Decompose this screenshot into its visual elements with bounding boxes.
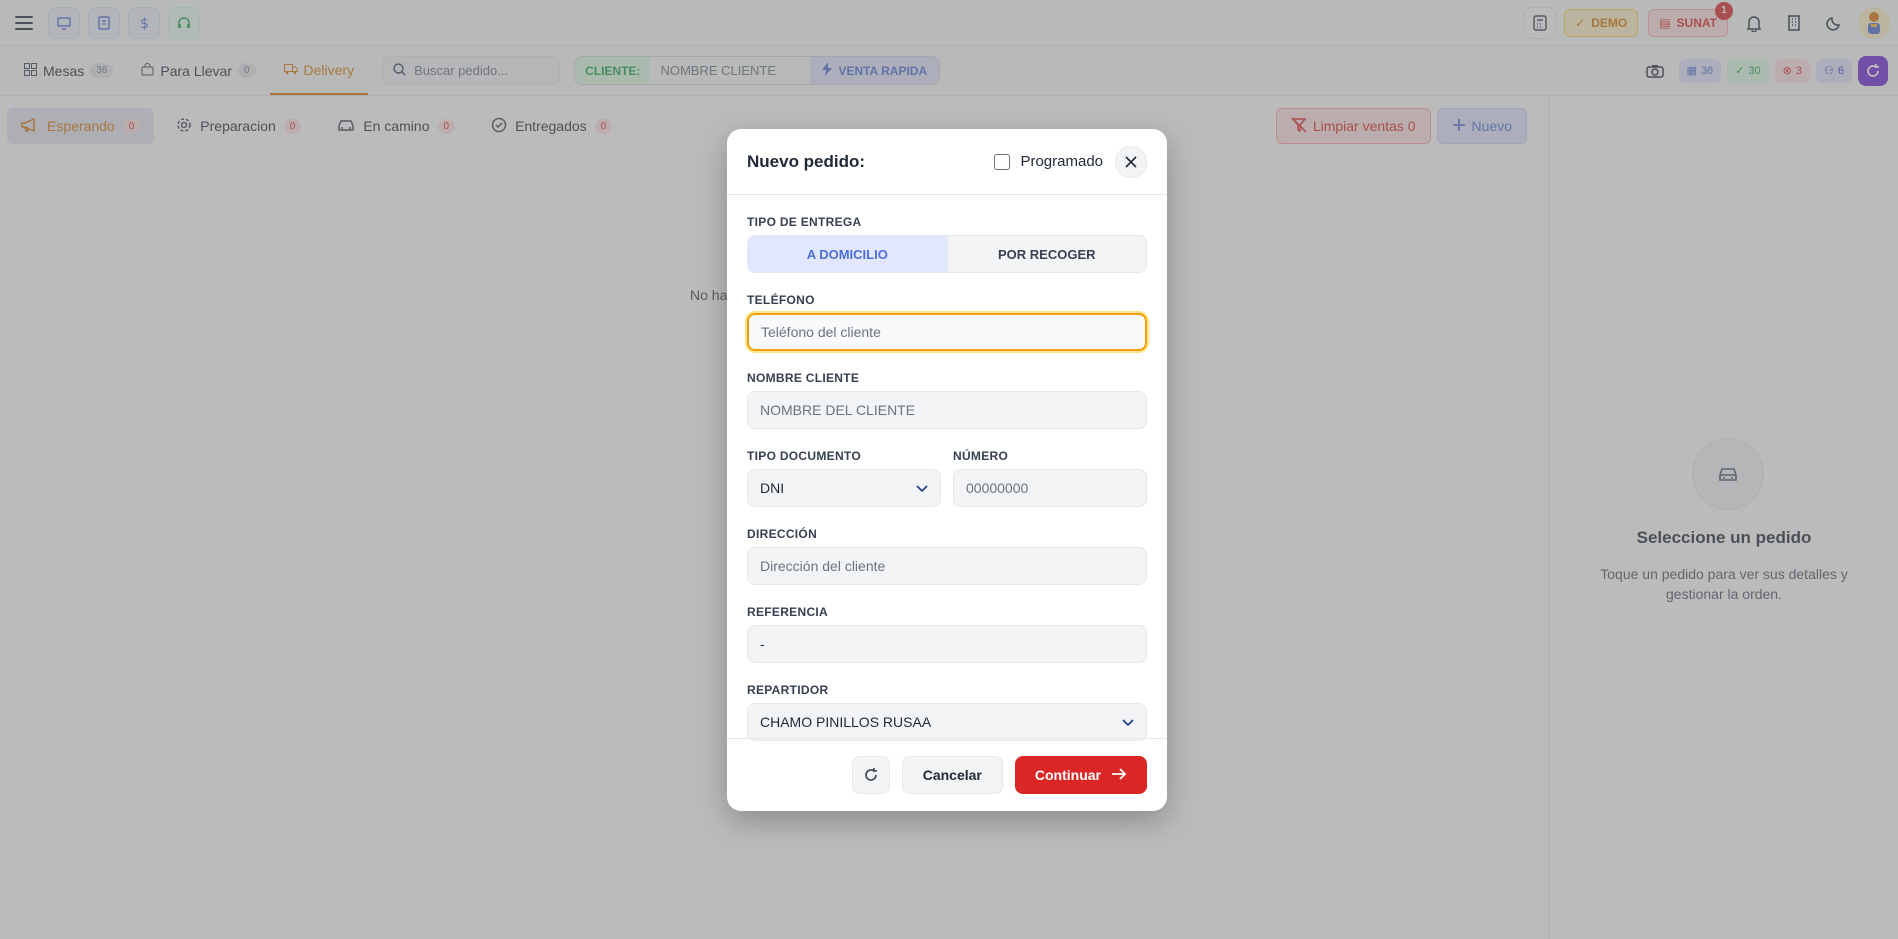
referencia-input[interactable] (760, 636, 1134, 652)
referencia-field-wrapper (747, 625, 1147, 663)
nombre-label: NOMBRE CLIENTE (747, 371, 860, 385)
tipo-documento-label: TIPO DOCUMENTO (747, 449, 861, 463)
option-a-domicilio[interactable]: A DOMICILIO (748, 236, 948, 272)
modal-title: Nuevo pedido: (747, 151, 866, 171)
modal-body: TIPO DE ENTREGA A DOMICILIO POR RECOGER … (727, 195, 1167, 741)
numero-label: NÚMERO (953, 449, 1009, 463)
direccion-input[interactable] (760, 558, 1134, 574)
refresh-icon (864, 768, 877, 781)
chevron-down-icon (1122, 714, 1134, 730)
continue-button[interactable]: Continuar (1014, 756, 1147, 794)
numero-input[interactable] (966, 480, 1134, 496)
programado-toggle[interactable]: Programado (994, 153, 1103, 170)
telefono-label: TELÉFONO (747, 293, 815, 307)
programado-checkbox[interactable] (994, 153, 1011, 170)
telefono-input[interactable] (761, 324, 1133, 340)
chevron-down-icon (916, 480, 928, 496)
modal-header: Nuevo pedido: Programado (727, 129, 1167, 195)
nombre-input[interactable] (760, 402, 1134, 418)
numero-field-wrapper (953, 469, 1147, 507)
direccion-label: DIRECCIÓN (747, 527, 818, 541)
direccion-field-wrapper (747, 547, 1147, 585)
modal-footer: Cancelar Continuar (727, 738, 1167, 811)
tipo-entrega-label: TIPO DE ENTREGA (747, 215, 862, 229)
referencia-label: REFERENCIA (747, 605, 829, 619)
documento-row: TIPO DOCUMENTO DNI NÚMERO (747, 449, 1147, 527)
close-icon (1125, 155, 1137, 168)
nuevo-pedido-modal: Nuevo pedido: Programado TIPO DE ENTREGA… (727, 129, 1167, 811)
arrow-right-icon (1111, 767, 1127, 783)
option-por-recoger[interactable]: POR RECOGER (947, 236, 1146, 272)
cancel-button[interactable]: Cancelar (901, 756, 1003, 794)
close-button[interactable] (1115, 145, 1147, 178)
repartidor-select[interactable]: CHAMO PINILLOS RUSAA (747, 703, 1147, 741)
repartidor-label: REPARTIDOR (747, 683, 829, 697)
telefono-field-wrapper (747, 313, 1147, 351)
nombre-field-wrapper (747, 391, 1147, 429)
tipo-entrega-toggle: A DOMICILIO POR RECOGER (747, 235, 1147, 273)
reset-button[interactable] (851, 756, 890, 794)
tipo-documento-select[interactable]: DNI (747, 469, 941, 507)
